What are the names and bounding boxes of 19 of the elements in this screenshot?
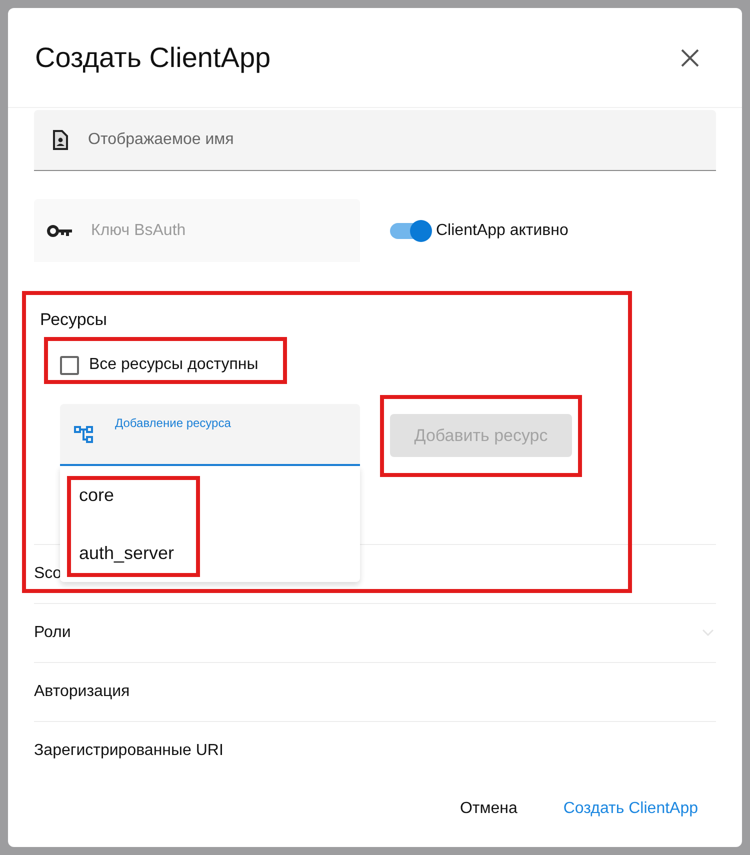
create-button[interactable]: Создать ClientApp — [555, 791, 706, 827]
contact-card-icon — [52, 130, 68, 150]
section-title[interactable]: Зарегистрированные URI — [34, 742, 224, 760]
switch-label: ClientApp активно — [436, 222, 568, 240]
dialog-title: Создать ClientApp — [35, 42, 271, 74]
section-title[interactable]: Роли — [34, 624, 71, 642]
display-name-field[interactable]: Отображаемое имя — [34, 110, 716, 171]
menu-item[interactable]: auth_server — [60, 524, 360, 582]
menu-item[interactable]: core — [60, 466, 360, 524]
checkbox-label: Все ресурсы доступны — [89, 356, 258, 374]
key-icon — [47, 224, 73, 238]
hierarchy-icon — [74, 425, 94, 445]
close-icon[interactable] — [680, 48, 700, 68]
cancel-button[interactable]: Отмена — [452, 791, 526, 827]
checkbox[interactable] — [60, 356, 79, 374]
section-title: Ресурсы — [40, 310, 108, 330]
section-title[interactable]: Sco — [34, 565, 62, 583]
resource-field[interactable]: Добавление ресурса — [60, 404, 360, 466]
section-title[interactable]: Авторизация — [34, 683, 130, 701]
